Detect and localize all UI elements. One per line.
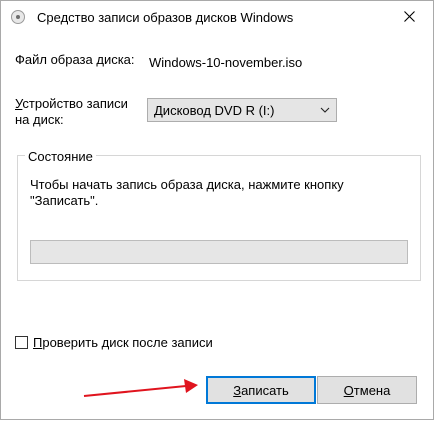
title-bar: Средство записи образов дисков Windows xyxy=(1,1,433,33)
burn-progress-bar xyxy=(30,240,408,264)
verify-disc-row[interactable]: Проверить диск после записи xyxy=(15,335,213,350)
chevron-down-icon xyxy=(320,107,330,113)
cancel-button[interactable]: Отмена xyxy=(317,376,417,404)
close-button[interactable] xyxy=(387,1,431,31)
device-label: Устройство записи на диск: xyxy=(15,96,140,128)
verify-disc-checkbox[interactable] xyxy=(15,336,28,349)
image-file-value: Windows-10-november.iso xyxy=(149,55,303,70)
verify-label-accesskey: П xyxy=(33,335,43,350)
image-file-label: Файл образа диска: xyxy=(15,52,135,67)
close-icon xyxy=(403,10,415,22)
verify-label-rest: роверить диск после записи xyxy=(42,335,213,350)
device-select-value: Дисковод DVD R (I:) xyxy=(154,103,275,118)
device-label-line1: стройство записи xyxy=(22,96,128,111)
cancel-button-accesskey: О xyxy=(343,382,354,398)
verify-disc-label[interactable]: Проверить диск после записи xyxy=(33,335,213,350)
device-select[interactable]: Дисковод DVD R (I:) xyxy=(147,98,337,122)
burn-button-accesskey: З xyxy=(233,382,242,398)
status-legend: Состояние xyxy=(25,149,96,164)
status-text: Чтобы начать запись образа диска, нажмит… xyxy=(30,177,344,208)
burn-image-dialog: Средство записи образов дисков Windows Ф… xyxy=(0,0,434,420)
window-title: Средство записи образов дисков Windows xyxy=(37,10,294,25)
burn-button-label: аписать xyxy=(241,382,289,398)
cancel-button-label: тмена xyxy=(353,382,391,398)
device-label-line2: на диск: xyxy=(15,112,64,127)
disc-icon xyxy=(11,10,25,24)
burn-button[interactable]: Записать xyxy=(206,376,316,404)
